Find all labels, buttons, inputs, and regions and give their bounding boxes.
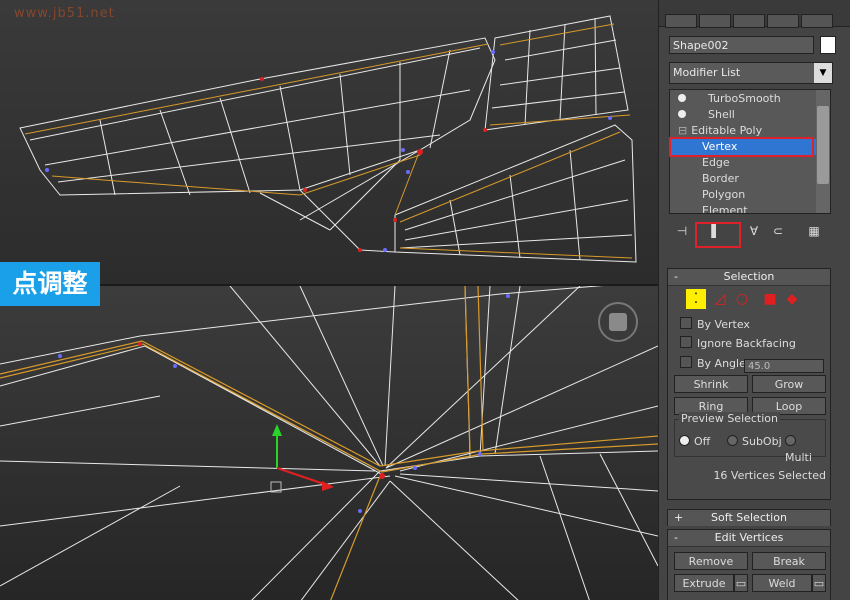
chevron-down-icon[interactable]: ▼ bbox=[814, 63, 832, 83]
extrude-button[interactable]: Extrude bbox=[674, 574, 734, 592]
shrink-button[interactable]: Shrink bbox=[674, 375, 748, 393]
vertex-highlight-box bbox=[669, 137, 814, 157]
element-mode-icon[interactable]: ◆ bbox=[782, 289, 802, 309]
stack-scrollbar[interactable] bbox=[816, 90, 830, 213]
panel-tabs bbox=[659, 0, 850, 28]
modifier-list-dropdown[interactable]: Modifier List ▼ bbox=[669, 62, 833, 84]
modify-tab[interactable] bbox=[699, 14, 731, 28]
collapse-icon: - bbox=[674, 531, 678, 544]
remove-button[interactable]: Remove bbox=[674, 552, 748, 570]
modifier-list-label: Modifier List bbox=[673, 66, 741, 79]
weld-button[interactable]: Weld bbox=[752, 574, 812, 592]
display-tab[interactable] bbox=[801, 14, 833, 28]
break-button[interactable]: Break bbox=[752, 552, 826, 570]
command-panel: Shape002 Modifier List ▼ TurboSmooth She… bbox=[658, 0, 850, 600]
ignore-backfacing-checkbox[interactable]: Ignore Backfacing bbox=[680, 336, 796, 352]
stack-item-shell[interactable]: Shell bbox=[670, 107, 823, 123]
object-name-field[interactable]: Shape002 bbox=[669, 36, 814, 54]
soft-selection-header[interactable]: + Soft Selection bbox=[668, 510, 830, 526]
by-vertex-checkbox[interactable]: By Vertex bbox=[680, 317, 750, 333]
edit-vertices-header[interactable]: - Edit Vertices bbox=[668, 530, 830, 547]
badge-label: 点调整 bbox=[0, 262, 100, 306]
selection-rollout-header[interactable]: - Selection bbox=[668, 269, 830, 286]
selection-rollout: - Selection ⁚ ◿ ○ ■ ◆ By Vertex Ignore Ba… bbox=[667, 268, 831, 500]
view-cube-icon[interactable] bbox=[598, 302, 638, 342]
stack-item-edge[interactable]: Edge bbox=[670, 155, 830, 171]
make-unique-icon[interactable]: ∀ bbox=[745, 222, 763, 240]
by-angle-checkbox[interactable]: By Angle: bbox=[680, 356, 750, 372]
stack-item-turbosmooth[interactable]: TurboSmooth bbox=[670, 91, 823, 107]
object-color-swatch[interactable] bbox=[820, 36, 836, 54]
vertex-mode-icon[interactable]: ⁚ bbox=[686, 289, 706, 309]
extrude-settings-button[interactable]: ▭ bbox=[734, 574, 748, 592]
stack-scrollbar-thumb[interactable] bbox=[817, 106, 829, 184]
soft-selection-rollout: + Soft Selection bbox=[667, 509, 831, 526]
border-mode-icon[interactable]: ○ bbox=[732, 289, 752, 309]
selection-status: 16 Vertices Selected bbox=[713, 469, 826, 482]
preview-selection-title: Preview Selection bbox=[679, 412, 781, 425]
hierarchy-tab[interactable] bbox=[733, 14, 765, 28]
edge-mode-icon[interactable]: ◿ bbox=[710, 289, 730, 309]
remove-modifier-icon[interactable]: ⊂ bbox=[769, 222, 787, 240]
viewport-top[interactable]: www.jb51.net bbox=[0, 0, 658, 284]
viewport-bottom[interactable] bbox=[0, 284, 658, 600]
weld-settings-button[interactable]: ▭ bbox=[812, 574, 826, 592]
preview-selection-group: Preview Selection Off SubObj Multi bbox=[674, 412, 826, 464]
stack-item-element[interactable]: Element bbox=[670, 203, 830, 213]
minus-icon[interactable]: ⊟ bbox=[678, 124, 687, 137]
preview-subobj-radio[interactable]: SubObj bbox=[727, 434, 782, 450]
motion-tab[interactable] bbox=[767, 14, 799, 28]
end-result-highlight-box bbox=[695, 222, 741, 248]
edit-vertices-rollout: - Edit Vertices Remove Break Extrude ▭ We… bbox=[667, 529, 831, 600]
wireframe-top bbox=[19, 15, 637, 263]
lightbulb-icon[interactable] bbox=[678, 94, 686, 102]
wireframe-bottom bbox=[0, 286, 658, 600]
stack-item-border[interactable]: Border bbox=[670, 171, 830, 187]
polygon-mode-icon[interactable]: ■ bbox=[760, 289, 780, 309]
create-tab[interactable] bbox=[665, 14, 697, 28]
preview-off-radio[interactable]: Off bbox=[679, 434, 710, 450]
configure-sets-icon[interactable]: ▦ bbox=[805, 222, 823, 240]
stack-item-polygon[interactable]: Polygon bbox=[670, 187, 830, 203]
expand-icon: + bbox=[674, 511, 684, 524]
grow-button[interactable]: Grow bbox=[752, 375, 826, 393]
collapse-icon: - bbox=[674, 270, 678, 283]
lightbulb-icon[interactable] bbox=[678, 110, 686, 118]
preview-multi-radio[interactable]: Multi bbox=[785, 434, 825, 464]
transform-gizmo bbox=[270, 424, 334, 493]
angle-spinner[interactable]: 45.0 bbox=[744, 359, 824, 373]
pin-stack-icon[interactable]: ⊣ bbox=[673, 222, 691, 240]
